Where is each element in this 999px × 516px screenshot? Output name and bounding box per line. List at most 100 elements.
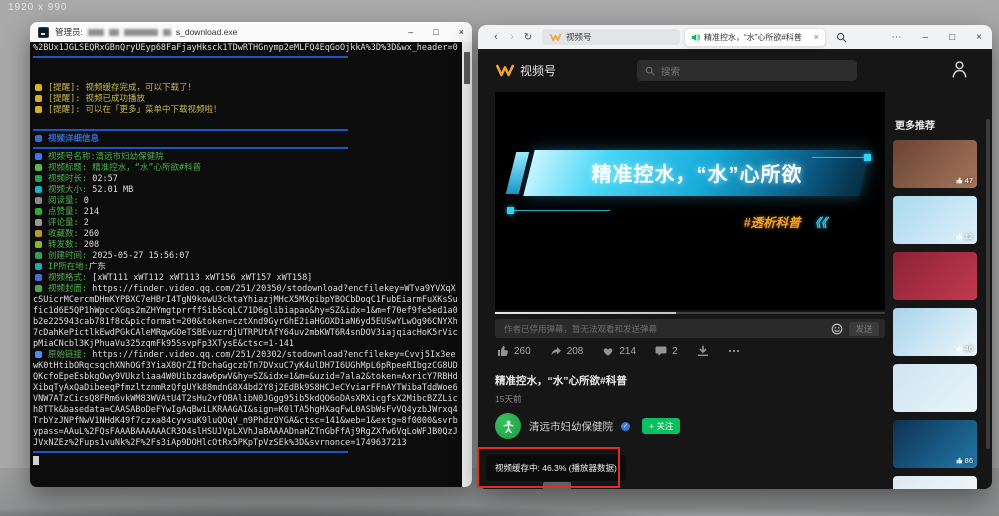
redacted-text [163,29,171,36]
recommend-thumbnail[interactable]: 86 [893,420,977,468]
comment-icon [655,345,667,357]
disk-icon [35,186,42,193]
thumbnail-like-count: 86 [956,456,973,465]
like-icon [35,208,42,215]
refresh-icon[interactable]: ↻ [520,32,536,43]
terminal-reminder-line: [提醒]: 视频缓存完成，可以下载了！ [33,83,459,94]
share-action[interactable]: 208 [550,345,584,357]
terminal-info-line: 收藏数: 260 [33,229,459,240]
follow-button[interactable]: + 关注 [642,418,680,434]
clock-icon [35,175,42,182]
terminal-blank-line [33,72,459,83]
terminal-section-header: 视频详细信息 [33,134,459,145]
terminal-info-line: 视频标题: 精准控水，“水”心所欲#科普 [33,163,459,174]
terminal-blank-line [33,61,459,72]
eye-icon [35,197,42,204]
channels-logo-icon [496,64,514,77]
back-icon[interactable]: ‹ [488,31,504,43]
maximize-icon[interactable]: □ [949,32,955,43]
danmaku-input[interactable]: 作者已停用弹幕，暂无法观看和发送弹幕 发送 [495,319,885,338]
close-icon[interactable]: × [976,32,982,43]
terminal-info-line: 原始链接: https://finder.video.qq.com/251/20… [33,350,459,449]
thumbnail-like-count: 46 [956,344,973,353]
redacted-text [124,29,158,36]
recommendations-title: 更多推荐 [895,117,979,132]
video-player[interactable]: 精准控水，“水”心所欲 #透析科普 《《 [495,92,885,310]
recommend-thumbnail[interactable]: 12 [893,196,977,244]
more-action[interactable] [728,345,740,357]
recommend-thumbnail[interactable] [893,364,977,412]
terminal-separator [33,54,459,61]
action-count: 214 [619,346,636,357]
tab-active-video[interactable]: 精准控水，“水”心所欲#科普 × [684,28,826,47]
bulb-icon [35,95,42,102]
channels-brand[interactable]: 视频号 [496,62,556,79]
video-title: 精准控水，“水”心所欲#科普 [495,373,627,388]
minimize-icon[interactable]: – [923,32,929,43]
terminal-cursor [33,456,459,469]
terminal-output: %2BUx1JGLSEQRxGBnQryUEyp68FaFjayHksck1TD… [30,42,462,487]
console-app-icon [38,27,49,38]
action-count: 2 [672,346,678,357]
link-icon [35,351,42,358]
danmaku-placeholder: 作者已停用弹幕，暂无法观看和发送弹幕 [504,323,825,335]
video-progress-done [495,312,676,314]
search-input[interactable]: 搜索 [637,60,857,81]
globe-icon [35,263,42,270]
terminal-info-line: IP所在地:广东 [33,262,459,273]
video-progress-bar[interactable] [495,312,885,314]
close-icon[interactable]: × [459,27,464,37]
bulb-icon [35,84,42,91]
verified-badge-icon: ✓ [621,422,630,431]
tab-channels-home[interactable]: 视频号 [542,29,680,45]
repost-icon [35,241,42,248]
image-icon [35,285,42,292]
comment-action[interactable]: 2 [655,345,678,357]
menu-icon[interactable]: ⋯ [892,32,902,43]
close-icon[interactable]: × [814,32,819,42]
user-icon [35,153,42,160]
speaker-playing-icon [691,33,700,42]
chart-icon [35,135,42,142]
terminal-info-line: 视频封面: https://finder.video.qq.com/251/20… [33,284,459,350]
terminal-info-line: 视频号名称:清远市妇幼保健院 [33,152,459,163]
terminal-separator [33,127,459,134]
recommend-thumbnail[interactable]: 47 [893,140,977,188]
terminal-scrollbar[interactable] [462,42,472,487]
channels-logo-icon [550,33,561,42]
heart-action[interactable]: 214 [602,345,636,357]
desktop-resolution-label: 1920 x 990 [8,2,68,13]
terminal-separator [33,145,459,152]
page-scrollbar[interactable] [986,119,990,449]
maximize-icon[interactable]: □ [433,27,438,37]
terminal-titlebar[interactable]: 管理员: s_download.exe – □ × [30,22,472,42]
channel-name[interactable]: 清远市妇幼保健院 [529,419,613,434]
thumb-up-action[interactable]: 260 [497,345,531,357]
search-icon[interactable] [836,32,847,43]
terminal-info-line: 视频格式: [xWT111 xWT112 xWT113 xWT156 xWT15… [33,273,459,284]
terminal-scrollbar-thumb[interactable] [464,52,470,84]
terminal-info-line: 视频大小: 52.01 MB [33,185,459,196]
deco-line [812,157,864,158]
wechat-channels-window: ‹ › ↻ 视频号 精准控水，“水”心所欲#科普 × ⋯ – □ × 视频号 [478,25,992,489]
download-action[interactable] [697,345,709,357]
recommend-thumbnail[interactable] [893,252,977,300]
highlight-annotation-box [477,447,620,488]
send-button[interactable]: 发送 [849,322,879,336]
terminal-info-line: 评论量: 2 [33,218,459,229]
channel-avatar[interactable] [495,413,521,439]
deco-square [864,154,871,161]
terminal-info-line: 转发数: 208 [33,240,459,251]
format-icon [35,274,42,281]
download-icon [697,345,709,357]
terminal-blank-line [33,116,459,127]
terminal-title: 管理员: s_download.exe [55,26,237,38]
video-banner-title: 精准控水，“水”心所欲 [531,158,863,187]
forward-icon[interactable]: › [504,31,520,43]
minimize-icon[interactable]: – [408,27,413,37]
recommend-thumbnail[interactable] [893,476,977,489]
recommend-thumbnail[interactable]: 46 [893,308,977,356]
deco-line [514,210,610,211]
heart-icon [602,345,614,357]
emoji-icon[interactable] [831,323,843,335]
